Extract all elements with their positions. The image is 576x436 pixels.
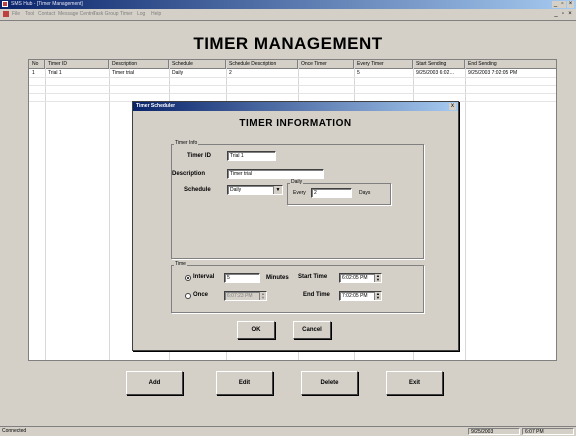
page-title: TIMER MANAGEMENT (193, 34, 383, 53)
timer-id-label: Timer ID (187, 153, 211, 159)
schedule-value: Daily (230, 187, 242, 193)
table-cell[interactable] (298, 69, 354, 77)
title-bar: SMS Hub - [Timer Management] _ ▫ × (0, 0, 576, 9)
minutes-label: Minutes (266, 275, 289, 281)
timer-scheduler-dialog: Timer Scheduler x TIMER INFORMATION Time… (132, 101, 459, 351)
maximize-button[interactable]: ▫ (559, 1, 566, 8)
mdi-minimize-button[interactable]: _ (553, 11, 559, 18)
column-header-schedule[interactable]: Schedule (169, 60, 226, 68)
edit-button[interactable]: Edit (216, 371, 273, 395)
ok-button[interactable]: OK (237, 321, 275, 339)
column-header-end-sending[interactable]: End Sending (465, 60, 556, 68)
add-button[interactable]: Add (126, 371, 183, 395)
once-time-value: 6:07:23 PM (227, 293, 253, 299)
description-field[interactable]: Timer trial (227, 169, 324, 179)
interval-field[interactable]: 5 (224, 273, 260, 283)
table-cell[interactable]: 9/25/2003 6:02… (413, 69, 465, 77)
timer-info-group-label: Timer Info (174, 140, 199, 146)
table-cell[interactable]: Timer trial (109, 69, 169, 77)
interval-label: Interval (193, 274, 215, 280)
minimize-button[interactable]: _ (552, 1, 559, 8)
window-title: SMS Hub - [Timer Management] (11, 1, 83, 7)
exit-button[interactable]: Exit (386, 371, 443, 395)
start-time-field[interactable]: 6:02:05 PM ▲ ▼ (339, 273, 382, 283)
start-time-value: 6:02:05 PM (342, 275, 368, 281)
dialog-heading: TIMER INFORMATION (239, 118, 352, 129)
timer-id-field[interactable]: Trial 1 (227, 151, 276, 161)
table-cell[interactable]: 1 (29, 69, 45, 77)
column-header-no[interactable]: No (29, 60, 45, 68)
column-header-every-timer[interactable]: Every Timer (354, 60, 413, 68)
menu-message-centre[interactable]: Message Centre (58, 10, 95, 19)
delete-button[interactable]: Delete (301, 371, 358, 395)
chevron-down-icon[interactable]: ▼ (273, 186, 282, 194)
once-label: Once (193, 292, 209, 298)
end-time-value: 7:02:05 PM (342, 293, 368, 299)
app-icon (2, 1, 8, 7)
column-header-schedule-description[interactable]: Schedule Description (226, 60, 298, 68)
once-radio[interactable] (185, 293, 191, 299)
column-header-once-timer[interactable]: Once Timer (298, 60, 354, 68)
start-time-label: Start Time (298, 274, 328, 280)
menu-help[interactable]: Help (151, 10, 161, 19)
column-header-start-sending[interactable]: Start Sending (413, 60, 465, 68)
table-cell[interactable]: Daily (169, 69, 226, 77)
end-time-label: End Time (303, 292, 330, 298)
menu-task-group[interactable]: Task Group (93, 10, 119, 19)
mdi-close-button[interactable]: × (567, 11, 573, 18)
menu-timer[interactable]: Timer (120, 10, 133, 19)
end-time-field[interactable]: 7:02:05 PM ▲ ▼ (339, 291, 382, 301)
once-time-spinner: ▲ ▼ (259, 292, 266, 300)
table-cell[interactable]: 2 (226, 69, 298, 77)
description-label: Description (172, 171, 206, 177)
close-button[interactable]: × (567, 1, 574, 8)
mdi-restore-button[interactable]: ▫ (560, 11, 566, 18)
once-time-field: 6:07:23 PM ▲ ▼ (224, 291, 267, 301)
days-label: Days (359, 190, 371, 196)
every-days-field[interactable]: 2 (311, 188, 352, 198)
menu-bar: File Tool Contact Message Centre Task Gr… (0, 9, 576, 21)
cancel-button[interactable]: Cancel (293, 321, 331, 339)
daily-group-label: Daily (290, 179, 304, 185)
start-time-spinner[interactable]: ▲ ▼ (374, 274, 381, 282)
time-group (171, 265, 424, 313)
dialog-close-button[interactable]: x (449, 103, 456, 110)
column-header-description[interactable]: Description (109, 60, 169, 68)
table-cell[interactable]: 5 (354, 69, 413, 77)
document-icon (3, 11, 9, 17)
menu-file[interactable]: File (12, 10, 20, 19)
schedule-label: Schedule (184, 187, 211, 193)
table-cell[interactable]: 9/25/2003 7:02:05 PM (465, 69, 556, 77)
end-time-spinner[interactable]: ▲ ▼ (374, 292, 381, 300)
schedule-dropdown[interactable]: Daily ▼ (227, 185, 283, 195)
dialog-title-bar: Timer Scheduler x (133, 102, 458, 111)
menu-log[interactable]: Log (137, 10, 145, 19)
menu-tool[interactable]: Tool (25, 10, 34, 19)
every-label: Every (293, 190, 306, 196)
table-cell[interactable]: Trial 1 (45, 69, 109, 77)
dialog-title: Timer Scheduler (136, 103, 176, 109)
column-header-timer-id[interactable]: Timer ID (45, 60, 109, 68)
time-group-label: Time (174, 261, 187, 267)
menu-contact[interactable]: Contact (38, 10, 55, 19)
interval-radio[interactable] (185, 275, 191, 281)
